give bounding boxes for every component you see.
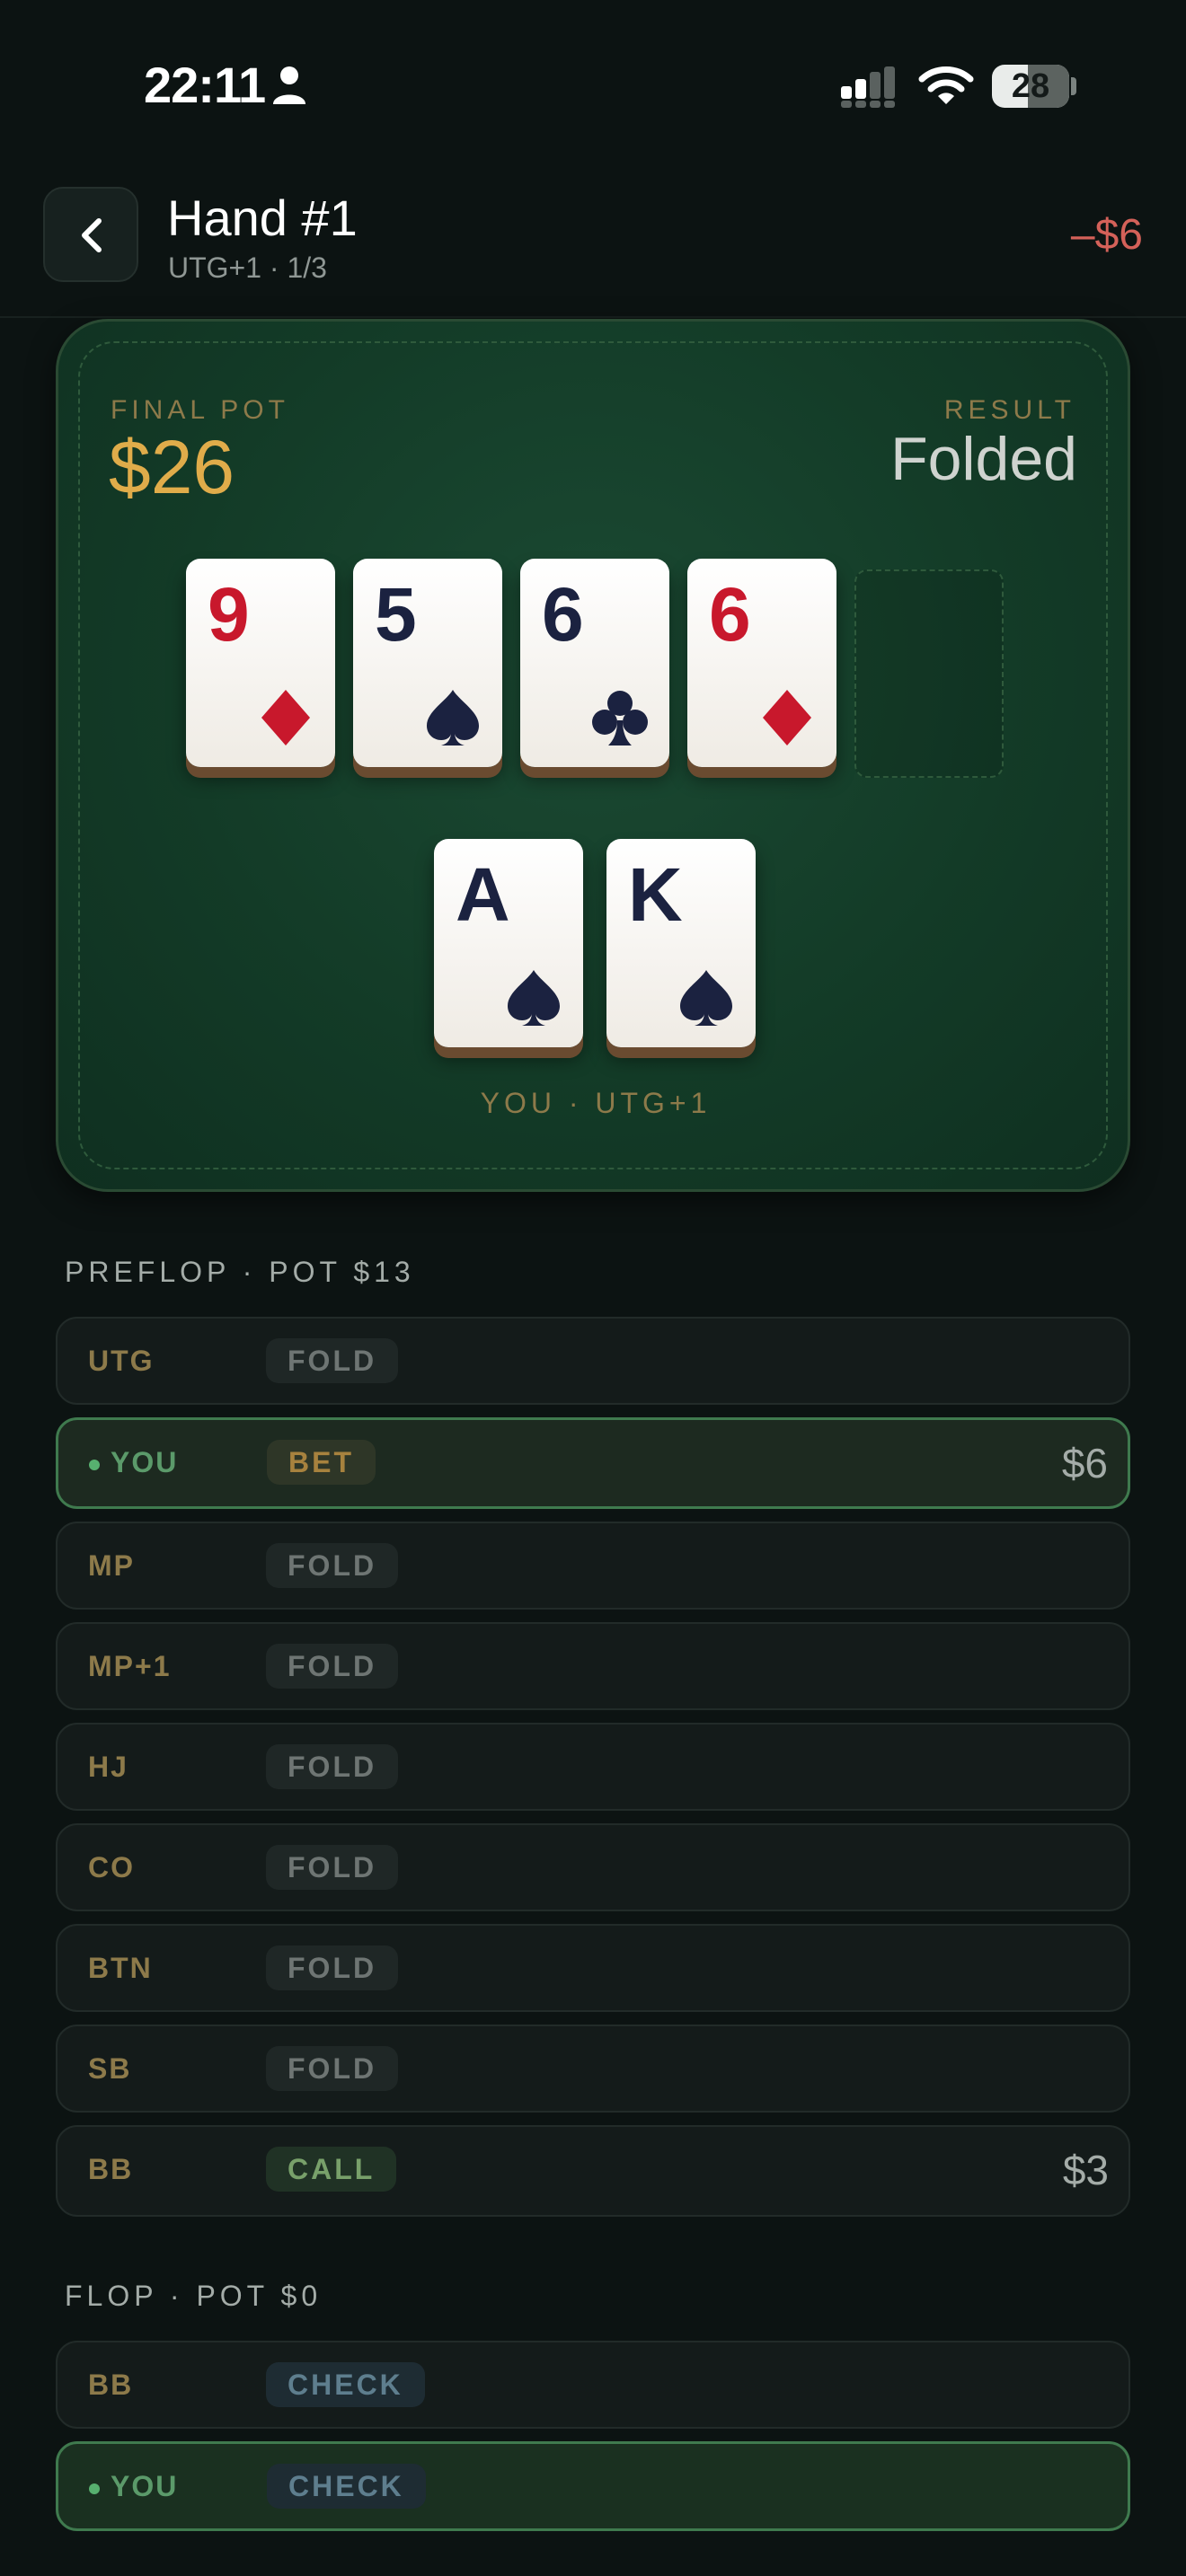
diamond-icon xyxy=(763,690,811,745)
result-value: Folded xyxy=(890,425,1077,493)
player-seat-label: YOU · UTG+1 xyxy=(480,1087,712,1119)
board-card-1: 9 xyxy=(186,559,335,767)
club-icon xyxy=(592,691,648,745)
action-row-bb: BB CHECK xyxy=(56,2341,1130,2429)
hand-header: Hand #1 UTG+1 · 1/3 –$6 xyxy=(0,171,1186,318)
action-position: HJ xyxy=(88,1751,128,1783)
card-rank: K xyxy=(628,852,683,937)
action-position: CO xyxy=(88,1851,135,1883)
battery-level: 28 xyxy=(1011,67,1050,105)
wifi-icon xyxy=(918,66,974,104)
action-row-bb: BB CALL $3 xyxy=(56,2125,1130,2217)
action-row-mp1: MP+1 FOLD xyxy=(56,1622,1130,1710)
flop-section-title: FLOP · POT $0 xyxy=(65,2280,323,2312)
card-rank: 6 xyxy=(542,572,584,657)
action-row-utg: UTG FOLD xyxy=(56,1317,1130,1405)
action-amount: $3 xyxy=(1062,2147,1109,2193)
action-position: SB xyxy=(88,2052,132,2085)
status-time: 22:11 xyxy=(144,57,266,113)
action-position: BB xyxy=(88,2153,134,2185)
action-position: UTG xyxy=(88,1345,155,1377)
action-badge: FOLD xyxy=(266,1644,399,1689)
action-position: BTN xyxy=(88,1952,153,1984)
spade-icon xyxy=(427,690,479,745)
result-label: RESULT xyxy=(943,395,1075,425)
status-bar: 22:11 28 xyxy=(0,0,1186,171)
action-amount: $6 xyxy=(1061,1440,1108,1486)
card-rank: 6 xyxy=(709,572,751,657)
action-row-btn: BTN FOLD xyxy=(56,1924,1130,2012)
action-badge: CALL xyxy=(266,2147,397,2192)
action-badge: FOLD xyxy=(266,1338,399,1383)
back-button[interactable] xyxy=(43,187,138,282)
action-row-mp: MP FOLD xyxy=(56,1522,1130,1610)
hero-indicator-dot xyxy=(89,1460,100,1470)
preflop-section-title: PREFLOP · POT $13 xyxy=(65,1256,415,1288)
action-badge: FOLD xyxy=(266,1543,399,1588)
action-badge: FOLD xyxy=(266,1945,399,1990)
hole-card-1: A xyxy=(434,839,583,1047)
cellular-signal-icon xyxy=(841,66,895,108)
action-row-hj: HJ FOLD xyxy=(56,1723,1130,1811)
battery-cap xyxy=(1071,77,1076,95)
card-rank: 9 xyxy=(208,572,250,657)
action-position: YOU xyxy=(111,1446,179,1478)
board-card-3: 6 xyxy=(520,559,669,767)
action-badge: CHECK xyxy=(267,2464,426,2509)
action-badge: FOLD xyxy=(266,1744,399,1789)
spade-icon xyxy=(680,970,732,1026)
action-row-sb: SB FOLD xyxy=(56,2025,1130,2113)
page-title: Hand #1 xyxy=(167,190,358,246)
action-position: MP xyxy=(88,1549,135,1582)
action-position: BB xyxy=(88,2369,134,2401)
diamond-icon xyxy=(261,690,310,745)
empty-river-slot xyxy=(854,569,1004,778)
poker-table: FINAL POT $26 RESULT Folded 9 5 6 6 A K xyxy=(56,319,1130,1192)
hero-indicator-dot xyxy=(89,2483,100,2494)
hole-card-2: K xyxy=(606,839,756,1047)
card-rank: 5 xyxy=(375,572,417,657)
final-pot-value: $26 xyxy=(109,425,235,509)
action-row-you: YOU CHECK xyxy=(56,2441,1130,2531)
board-card-2: 5 xyxy=(353,559,502,767)
action-badge: FOLD xyxy=(266,2046,399,2091)
hand-subtitle: UTG+1 · 1/3 xyxy=(168,251,327,284)
final-pot-label: FINAL POT xyxy=(111,395,289,425)
spade-icon xyxy=(508,970,560,1026)
action-position: YOU xyxy=(111,2470,179,2502)
action-badge: CHECK xyxy=(266,2362,425,2407)
battery-indicator: 28 xyxy=(992,65,1069,108)
action-row-co: CO FOLD xyxy=(56,1823,1130,1911)
person-icon xyxy=(273,66,305,104)
action-badge: FOLD xyxy=(266,1845,399,1890)
action-badge: BET xyxy=(267,1440,376,1485)
hand-net-result: –$6 xyxy=(1070,211,1143,259)
chevron-left-icon xyxy=(82,218,102,252)
card-rank: A xyxy=(456,852,510,937)
action-row-you: YOU BET $6 xyxy=(56,1417,1130,1509)
action-position: MP+1 xyxy=(88,1650,172,1682)
board-card-4: 6 xyxy=(687,559,836,767)
